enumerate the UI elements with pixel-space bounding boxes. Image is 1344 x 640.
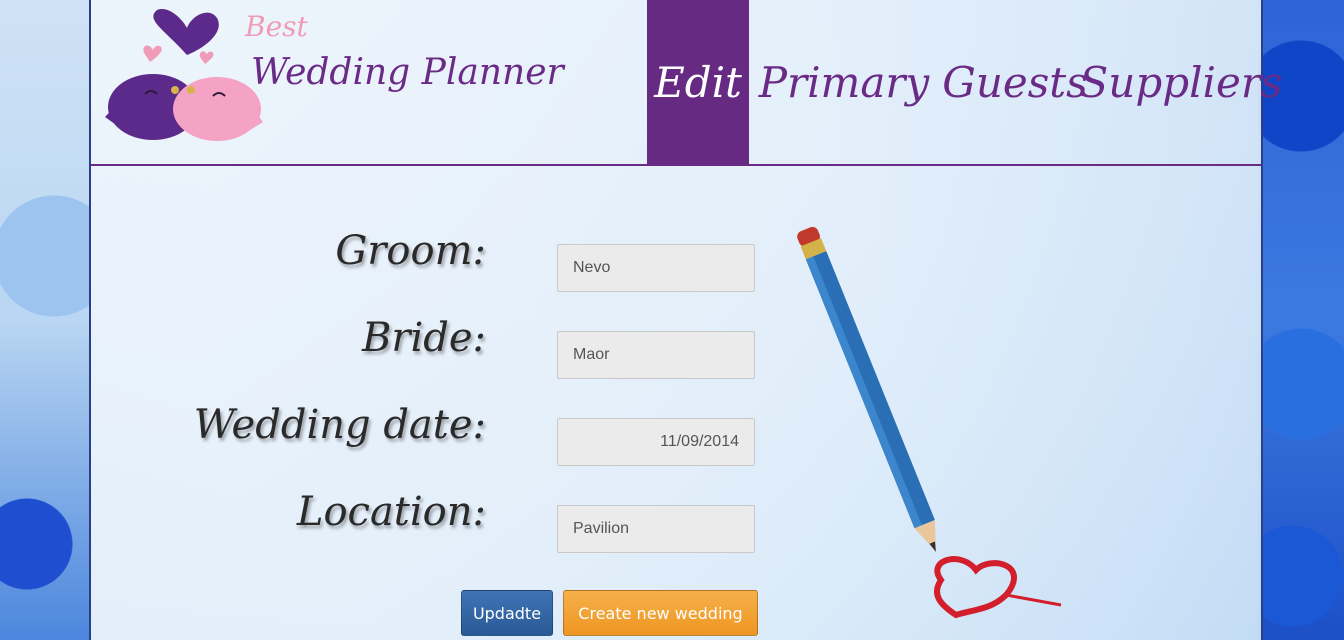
main-nav: Edit Primary Guests Suppliers bbox=[647, 0, 1283, 164]
background-rose-left bbox=[0, 0, 90, 640]
create-new-wedding-button[interactable]: Create new wedding bbox=[563, 590, 758, 636]
logo-title-text: Wedding Planner bbox=[251, 52, 564, 93]
header: Best Wedding Planner Edit Primary Guests… bbox=[91, 0, 1282, 166]
tab-edit[interactable]: Edit bbox=[647, 0, 749, 164]
tab-suppliers[interactable]: Suppliers bbox=[1080, 0, 1283, 164]
logo[interactable]: Best Wedding Planner bbox=[105, 2, 575, 152]
wedding-date-input[interactable] bbox=[557, 418, 755, 466]
logo-best-text: Best bbox=[245, 10, 308, 43]
bride-input[interactable] bbox=[557, 331, 755, 379]
tab-guests[interactable]: Guests bbox=[939, 0, 1091, 164]
pencil-heart-illustration bbox=[797, 226, 1062, 619]
tab-primary[interactable]: Primary bbox=[749, 0, 939, 164]
bride-label: Bride: bbox=[361, 315, 486, 361]
location-input[interactable] bbox=[557, 505, 755, 553]
location-label: Location: bbox=[296, 489, 486, 535]
wedding-date-label: Wedding date: bbox=[193, 402, 486, 448]
main-panel: Best Wedding Planner Edit Primary Guests… bbox=[89, 0, 1282, 640]
update-button[interactable]: Updadte bbox=[461, 590, 553, 636]
love-birds-icon bbox=[105, 9, 263, 141]
groom-label: Groom: bbox=[335, 228, 486, 274]
groom-input[interactable] bbox=[557, 244, 755, 292]
